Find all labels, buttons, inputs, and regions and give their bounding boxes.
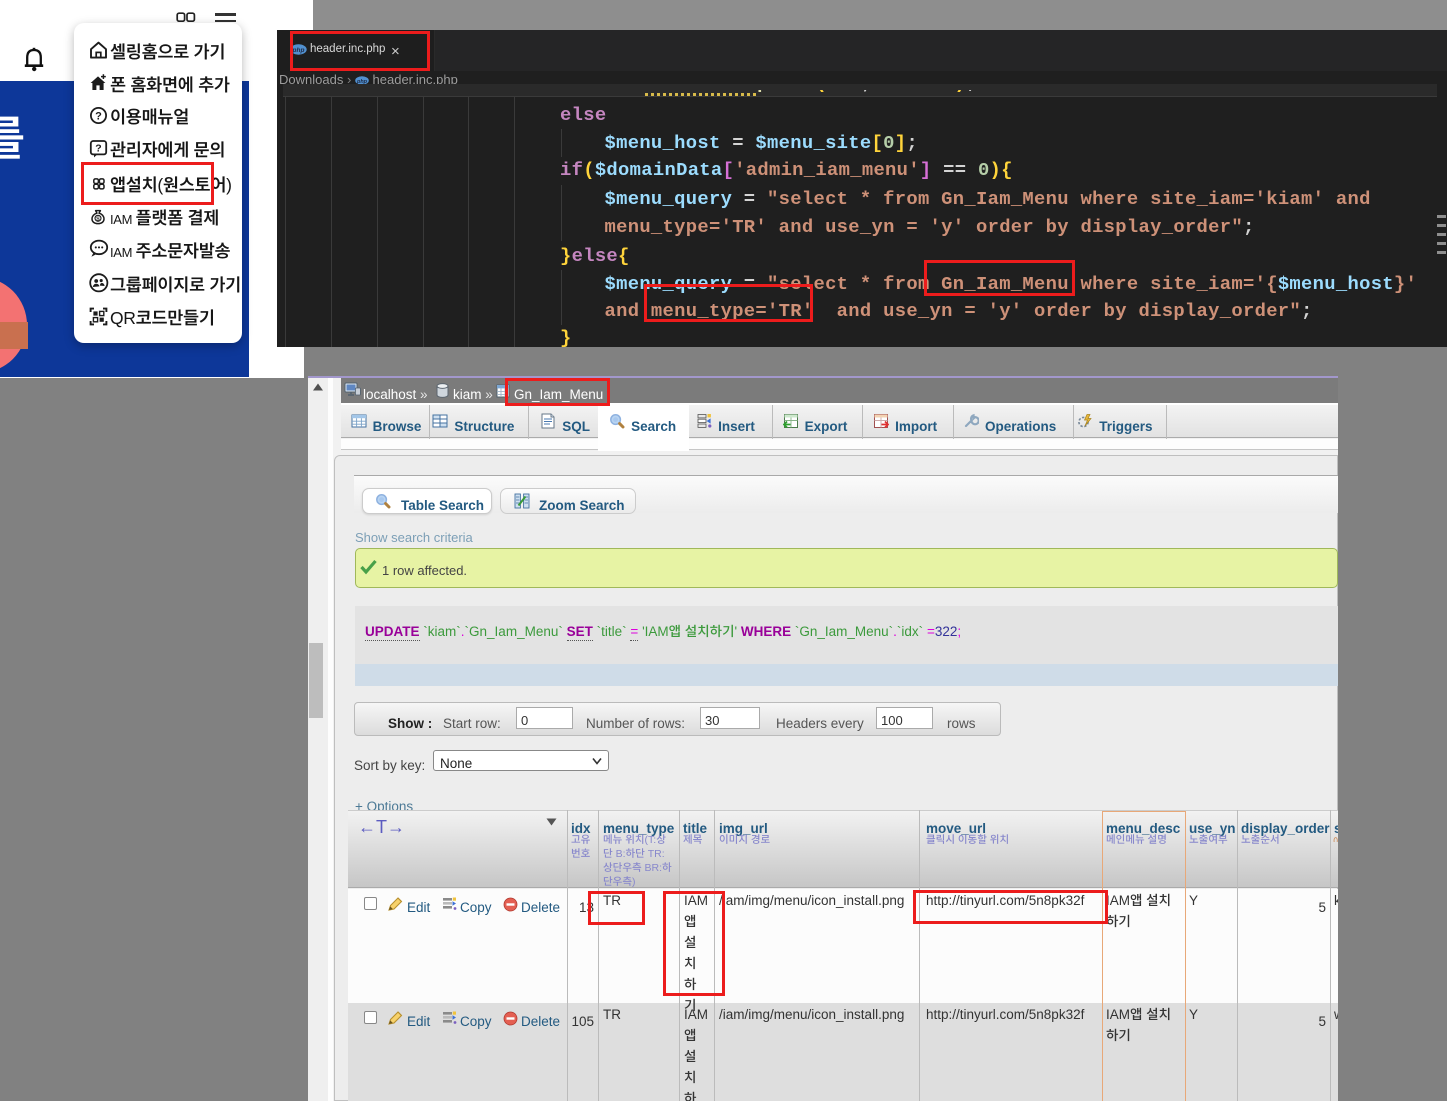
svg-text:?: ?: [95, 142, 101, 154]
svg-text:?: ?: [95, 110, 102, 122]
svg-text:S: S: [96, 216, 100, 222]
